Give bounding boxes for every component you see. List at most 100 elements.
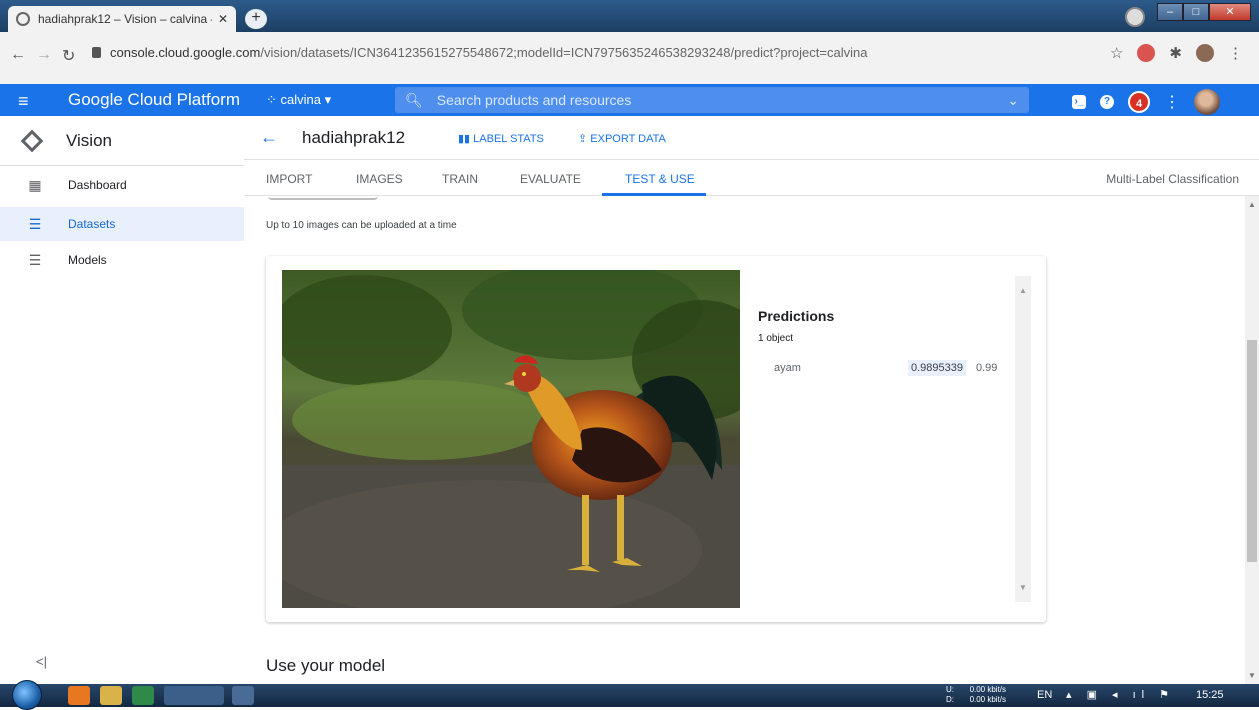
browser-menu-icon[interactable]: ⋮ bbox=[1228, 44, 1243, 62]
prediction-label: ayam bbox=[774, 362, 801, 374]
scroll-up-icon[interactable]: ▲ bbox=[1019, 286, 1027, 295]
list-icon: ☰ bbox=[28, 251, 42, 268]
url-host: console.cloud.google.com bbox=[110, 45, 261, 60]
lock-icon bbox=[92, 47, 101, 58]
net-down-label: D: bbox=[946, 695, 954, 704]
gcp-header: ≡ Google Cloud Platform ⁘ calvina ▾ 🔍︎ S… bbox=[0, 84, 1259, 116]
back-arrow-icon[interactable]: ← bbox=[10, 46, 26, 64]
browser-tab-strip: hadiahprak12 – Vision – calvina – ✕ + – … bbox=[0, 0, 1259, 32]
app-taskbar-icon[interactable] bbox=[232, 686, 254, 705]
scroll-down-icon[interactable]: ▼ bbox=[1019, 583, 1027, 592]
media-player-icon[interactable] bbox=[68, 686, 90, 705]
classification-type: Multi-Label Classification bbox=[1106, 172, 1239, 186]
dataset-name: hadiahprak12 bbox=[302, 128, 406, 147]
predictions-title: Predictions bbox=[758, 308, 835, 324]
browser-avatar[interactable] bbox=[1196, 44, 1214, 62]
scroll-up-icon[interactable]: ▲ bbox=[1248, 200, 1256, 209]
sidebar: Vision ▦ Dashboard ☰ Datasets ☰ Models <… bbox=[0, 116, 244, 684]
sidebar-item-label: Dashboard bbox=[68, 178, 127, 192]
search-bar[interactable]: 🔍︎ Search products and resources ⌄ bbox=[395, 87, 1029, 113]
search-icon: 🔍︎ bbox=[405, 91, 423, 108]
brand-title[interactable]: Google Cloud Platform bbox=[68, 90, 240, 110]
scrollbar-thumb[interactable] bbox=[1247, 340, 1257, 562]
tab-images[interactable]: IMAGES bbox=[356, 172, 403, 186]
system-tray-icons[interactable]: ▴ ▣ ◂ ıl ⚑ bbox=[1066, 688, 1175, 701]
net-up: 0.00 kbit/s bbox=[969, 685, 1007, 694]
browser-tab-title: hadiahprak12 – Vision – calvina – bbox=[38, 12, 212, 26]
sidebar-item-datasets[interactable]: ☰ Datasets bbox=[0, 207, 244, 241]
predictions-scrollbar[interactable]: ▲ ▼ bbox=[1015, 276, 1031, 602]
page-scrollbar[interactable]: ▲ ▼ bbox=[1245, 196, 1259, 684]
list-icon: ☰ bbox=[28, 215, 42, 232]
forward-arrow-icon[interactable]: → bbox=[36, 46, 52, 64]
rooster-photo bbox=[282, 270, 740, 608]
active-tab-indicator bbox=[602, 193, 706, 196]
sidebar-item-label: Models bbox=[68, 253, 107, 267]
sidebar-item-models[interactable]: ☰ Models bbox=[0, 243, 244, 277]
clock[interactable]: 15:25 bbox=[1196, 689, 1224, 701]
use-model-heading: Use your model bbox=[266, 656, 386, 675]
sidebar-item-dashboard[interactable]: ▦ Dashboard bbox=[0, 168, 244, 202]
browser-profile-icon[interactable] bbox=[1125, 7, 1145, 27]
chevron-down-icon[interactable]: ⌄ bbox=[1007, 92, 1019, 109]
sidebar-item-label: Datasets bbox=[68, 217, 116, 231]
excel-icon[interactable] bbox=[132, 686, 154, 705]
tab-bar: IMPORT IMAGES TRAIN EVALUATE TEST & USE … bbox=[244, 160, 1259, 196]
sidebar-header: Vision bbox=[0, 116, 244, 166]
scroll-down-icon[interactable]: ▼ bbox=[1248, 671, 1256, 680]
export-data-button[interactable]: ⇪ EXPORT DATA bbox=[578, 132, 666, 145]
extensions-puzzle-icon[interactable]: ✱ bbox=[1169, 44, 1182, 62]
upload-note: Up to 10 images can be uploaded at a tim… bbox=[266, 220, 457, 231]
network-meter: U: 0.00 kbit/s D: 0.00 kbit/s bbox=[946, 685, 1006, 705]
avatar[interactable] bbox=[1194, 89, 1220, 115]
url-path: /vision/datasets/ICN3641235615275548672;… bbox=[260, 45, 868, 60]
sidebar-title: Vision bbox=[66, 130, 112, 150]
back-arrow-icon[interactable]: ← bbox=[260, 127, 278, 148]
notifications-badge[interactable]: 4 bbox=[1128, 91, 1150, 113]
uploaded-image bbox=[282, 270, 740, 608]
chrome-taskbar-button[interactable] bbox=[164, 686, 224, 705]
project-name: calvina bbox=[280, 92, 321, 107]
tab-import[interactable]: IMPORT bbox=[266, 172, 312, 186]
browser-tab[interactable]: hadiahprak12 – Vision – calvina – ✕ bbox=[8, 6, 236, 32]
file-explorer-icon[interactable] bbox=[100, 686, 122, 705]
prediction-score: 0.9895339 bbox=[908, 360, 966, 376]
address-bar-row: ← → ↻ console.cloud.google.com/vision/da… bbox=[0, 32, 1259, 84]
dataset-header: ← hadiahprak12 ▮▮ LABEL STATS ⇪ EXPORT D… bbox=[244, 116, 1259, 160]
collapse-sidebar-icon[interactable]: <| bbox=[36, 654, 47, 669]
prediction-card: Predictions 1 object ayam 0.9895339 0.99… bbox=[266, 256, 1046, 622]
close-tab-icon[interactable]: ✕ bbox=[218, 12, 228, 26]
extension-icon[interactable] bbox=[1137, 44, 1156, 62]
tab-evaluate[interactable]: EVALUATE bbox=[520, 172, 581, 186]
maximize-button[interactable]: □ bbox=[1183, 3, 1209, 21]
minimize-button[interactable]: – bbox=[1157, 3, 1183, 21]
new-tab-button[interactable]: + bbox=[245, 9, 267, 29]
prediction-rounded-score: 0.99 bbox=[976, 362, 998, 374]
header-icons: ›_ ? 4 ⋮ bbox=[1072, 89, 1220, 115]
window-controls: – □ ✕ bbox=[1157, 3, 1251, 21]
tab-test-and-use[interactable]: TEST & USE bbox=[625, 172, 695, 186]
windows-taskbar: U: 0.00 kbit/s D: 0.00 kbit/s EN ▴ ▣ ◂ ı… bbox=[0, 680, 1259, 710]
browser-toolbar-icons: ☆ ✱ ⋮ bbox=[1110, 44, 1243, 62]
dashboard-icon: ▦ bbox=[28, 176, 42, 193]
close-window-button[interactable]: ✕ bbox=[1209, 3, 1251, 21]
language-indicator[interactable]: EN bbox=[1037, 689, 1052, 701]
cloud-shell-icon[interactable]: ›_ bbox=[1072, 95, 1086, 109]
vision-logo-icon bbox=[20, 129, 44, 152]
help-icon[interactable]: ? bbox=[1100, 95, 1114, 109]
favicon-icon bbox=[16, 12, 30, 26]
search-placeholder: Search products and resources bbox=[436, 92, 632, 108]
url-field[interactable]: console.cloud.google.com/vision/datasets… bbox=[110, 45, 867, 60]
start-button[interactable] bbox=[12, 680, 42, 710]
star-icon[interactable]: ☆ bbox=[1110, 44, 1123, 62]
hamburger-menu-icon[interactable]: ≡ bbox=[18, 91, 29, 112]
net-down: 0.00 kbit/s bbox=[969, 695, 1007, 704]
tab-train[interactable]: TRAIN bbox=[442, 172, 478, 186]
reload-icon[interactable]: ↻ bbox=[62, 46, 75, 66]
project-selector[interactable]: ⁘ calvina ▾ bbox=[266, 92, 331, 108]
more-vert-icon[interactable]: ⋮ bbox=[1164, 92, 1180, 112]
label-stats-button[interactable]: ▮▮ LABEL STATS bbox=[458, 132, 544, 145]
upload-button-edge[interactable] bbox=[268, 196, 378, 200]
predictions-count: 1 object bbox=[758, 333, 794, 344]
export-data-label: EXPORT DATA bbox=[590, 133, 666, 145]
